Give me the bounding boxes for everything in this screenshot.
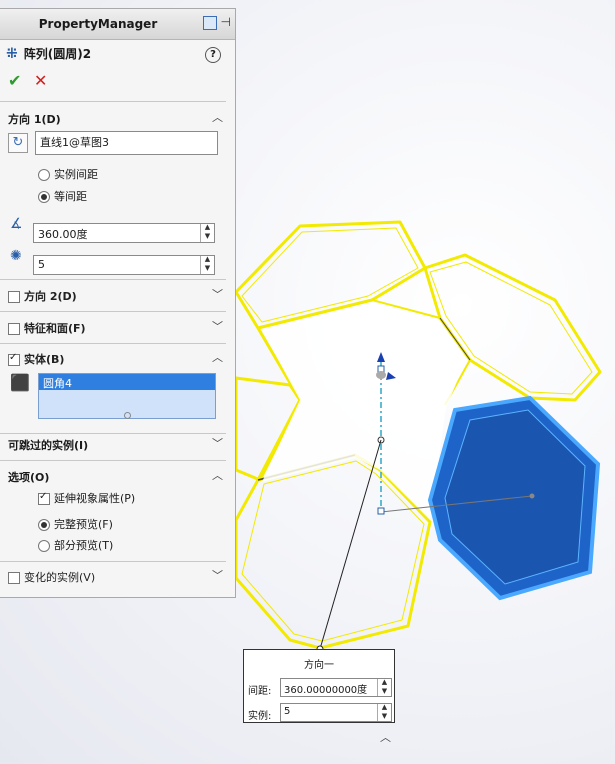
equal-spacing-label: 等间距	[54, 190, 87, 203]
divider	[0, 460, 226, 461]
angle-spinner[interactable]: ▲ ▼	[200, 224, 214, 242]
panel-title: PropertyManager	[38, 17, 158, 31]
spacing-label: 间距:	[248, 686, 272, 697]
features-faces-title[interactable]: 特征和面(F)	[8, 320, 86, 336]
bodies-label: 实体(B)	[24, 353, 65, 366]
angle-value: 360.00度	[38, 228, 88, 241]
body-icon: ⬛	[10, 373, 30, 392]
angle-field[interactable]: 360.00度 ▲ ▼	[33, 223, 215, 243]
spacing-value: 360.00000000度	[284, 685, 368, 696]
direction2-title[interactable]: 方向 2(D)	[8, 288, 77, 304]
vary-instances-label: 变化的实例(V)	[24, 571, 96, 584]
chevron-up-icon[interactable]: ︿	[380, 729, 391, 745]
ok-button[interactable]: ✔	[8, 71, 21, 90]
panel-header: PropertyManager ⊣	[0, 9, 235, 40]
feature-title-row: ⁜ 阵列(圆周)2	[6, 45, 91, 62]
vary-instances-checkbox[interactable]	[8, 572, 20, 584]
help-button[interactable]: ?	[205, 47, 221, 63]
propagate-checkbox[interactable]	[38, 491, 50, 505]
equal-spacing-option[interactable]: 等间距	[38, 188, 87, 204]
vary-instances-title[interactable]: 变化的实例(V)	[8, 569, 95, 585]
circular-pattern-icon: ⁜	[6, 45, 18, 62]
propagate-label: 延伸视象属性(P)	[54, 492, 136, 505]
list-item[interactable]: 圆角4	[39, 374, 215, 390]
divider	[0, 433, 226, 434]
direction-callout: 方向一 间距: 360.00000000度 ▲ ▼ 实例: 5 ▲ ▼	[243, 649, 395, 723]
chevron-up-icon[interactable]: ︿	[212, 349, 223, 365]
features-faces-checkbox[interactable]	[8, 323, 20, 335]
chevron-down-icon[interactable]: ﹀	[212, 286, 223, 302]
propagate-option[interactable]: 延伸视象属性(P)	[38, 490, 135, 506]
instances-field[interactable]: 5 ▲ ▼	[33, 255, 215, 275]
radio-equal-spacing[interactable]	[38, 191, 50, 203]
chevron-up-icon[interactable]: ︿	[212, 467, 223, 483]
instances-icon: ✺	[10, 248, 22, 264]
callout-instances-spinner[interactable]: ▲ ▼	[377, 704, 391, 721]
partial-preview-label: 部分预览(T)	[54, 539, 114, 552]
resize-handle[interactable]	[124, 412, 131, 419]
instances-value: 5	[38, 258, 45, 271]
direction2-checkbox[interactable]	[8, 291, 20, 303]
pin-icon[interactable]: ⊣	[221, 16, 231, 30]
full-preview-option[interactable]: 完整预览(F)	[38, 516, 113, 532]
instances-spinner[interactable]: ▲ ▼	[200, 256, 214, 274]
divider	[0, 343, 226, 344]
property-manager-panel: PropertyManager ⊣ ⁜ 阵列(圆周)2 ? ✔ ✕ 方向 1(D…	[0, 8, 236, 598]
divider	[0, 561, 226, 562]
bodies-title[interactable]: 实体(B)	[8, 351, 64, 367]
chevron-up-icon[interactable]: ︿	[212, 109, 223, 125]
skip-instances-title[interactable]: 可跳过的实例(I)	[8, 437, 88, 453]
expand-icon[interactable]	[202, 16, 217, 30]
full-preview-label: 完整预览(F)	[54, 518, 113, 531]
spacing-spinner[interactable]: ▲ ▼	[377, 679, 391, 696]
partial-preview-option[interactable]: 部分预览(T)	[38, 537, 113, 553]
callout-title: 方向一	[304, 660, 334, 671]
callout-instances-value: 5	[284, 706, 291, 717]
divider	[0, 279, 226, 280]
chevron-down-icon[interactable]: ﹀	[212, 435, 223, 451]
divider	[0, 311, 226, 312]
radio-partial-preview[interactable]	[38, 540, 50, 552]
radio-full-preview[interactable]	[38, 519, 50, 531]
spacing-field[interactable]: 360.00000000度 ▲ ▼	[280, 678, 392, 697]
direction2-label: 方向 2(D)	[24, 290, 77, 303]
axis-field[interactable]: 直线1@草图3	[35, 131, 218, 155]
instances-label: 实例:	[248, 711, 272, 722]
direction1-title[interactable]: 方向 1(D)	[8, 111, 61, 127]
callout-leader	[319, 439, 382, 650]
feature-name: 阵列(圆周)2	[23, 47, 92, 61]
bodies-checkbox[interactable]	[8, 352, 20, 366]
radio-instance-spacing[interactable]	[38, 169, 50, 181]
instance-spacing-option[interactable]: 实例间距	[38, 166, 98, 182]
chevron-down-icon[interactable]: ﹀	[212, 567, 223, 583]
chevron-down-icon[interactable]: ﹀	[212, 318, 223, 334]
options-title[interactable]: 选项(O)	[8, 469, 49, 485]
divider	[0, 101, 226, 102]
features-faces-label: 特征和面(F)	[24, 322, 86, 335]
reverse-direction-icon[interactable]: ↻	[8, 133, 28, 153]
callout-instances-field[interactable]: 5 ▲ ▼	[280, 703, 392, 722]
cancel-button[interactable]: ✕	[34, 71, 47, 90]
instance-spacing-label: 实例间距	[54, 168, 98, 181]
angle-icon: ∡	[10, 216, 23, 232]
